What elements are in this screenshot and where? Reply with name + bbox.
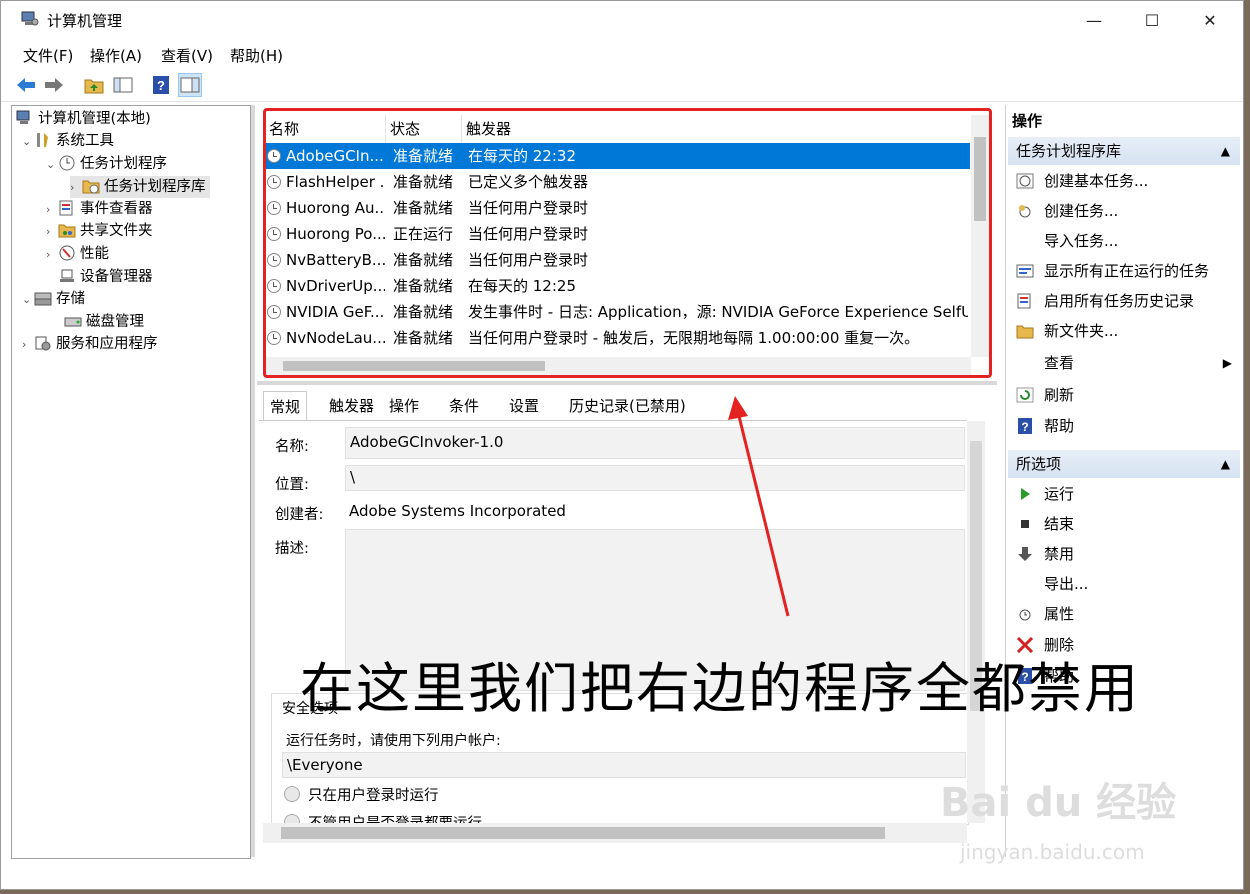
annotation-arrow	[728, 396, 790, 617]
annotation-text: 在这里我们把右边的程序全都禁用	[300, 657, 1140, 720]
baidu-watermark-url: jingyan.baidu.com	[960, 840, 1145, 864]
baidu-watermark: Bai du 经验	[940, 780, 1177, 826]
